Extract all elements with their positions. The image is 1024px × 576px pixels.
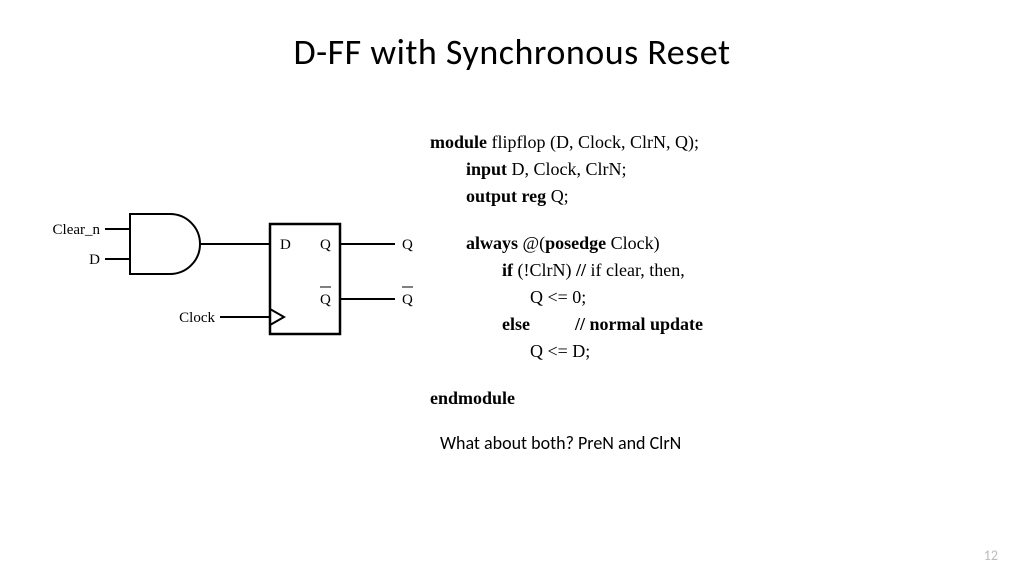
slide-title: D-FF with Synchronous Reset [0,0,1024,74]
page-number: 12 [984,547,998,564]
label-out-qbar: Q [402,292,413,308]
label-clear-n: Clear_n [53,222,101,238]
circuit-diagram: Clear_n D D Q Q Clock Q Q [0,124,430,457]
ff-qbar-label: Q [320,292,331,308]
label-d-input: D [89,252,100,268]
label-clock: Clock [179,310,215,326]
label-out-q: Q [402,237,413,253]
ff-d-label: D [280,237,291,253]
question-text: What about both? PreN and ClrN [430,430,1024,457]
verilog-code: module flipflop (D, Clock, ClrN, Q); inp… [430,124,1024,457]
ff-q-label: Q [320,237,331,253]
content-area: Clear_n D D Q Q Clock Q Q module flip [0,124,1024,457]
